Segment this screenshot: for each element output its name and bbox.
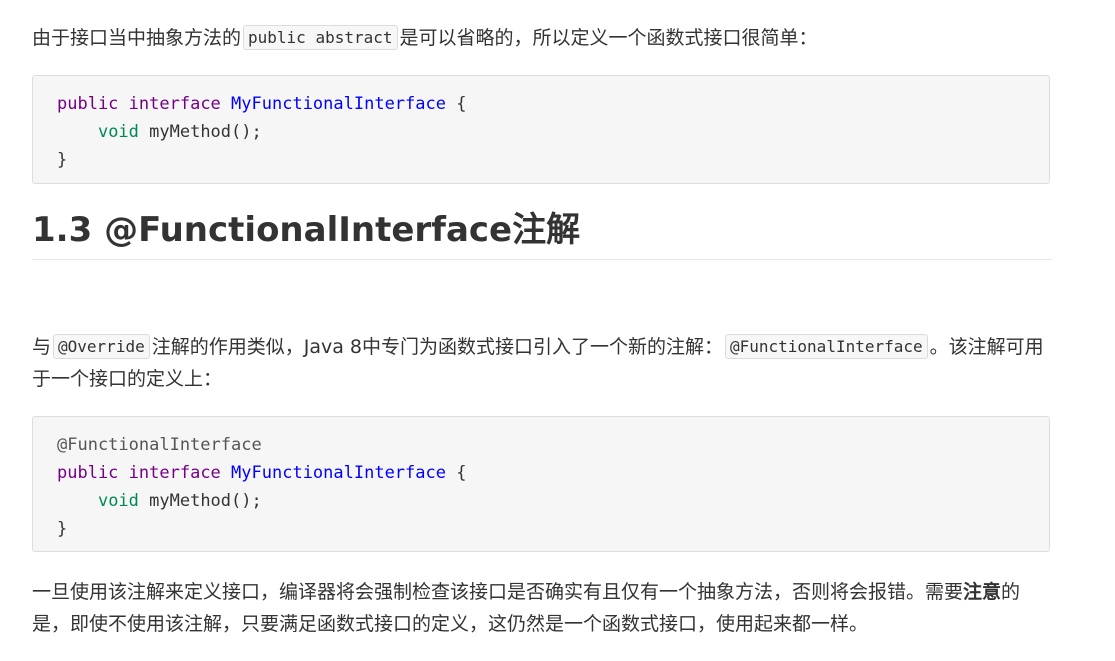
paragraph-text: 与	[32, 336, 52, 358]
code-content: public interface MyFunctionalInterface {…	[57, 90, 1025, 174]
code-type: void	[97, 491, 139, 511]
code-content: @FunctionalInterface public interface My…	[57, 431, 1025, 543]
code-keyword: interface	[128, 463, 221, 483]
paragraph-text: 由于接口当中抽象方法的	[32, 27, 242, 49]
code-interface-name: MyFunctionalInterface	[231, 463, 446, 483]
code-keyword: interface	[128, 94, 221, 114]
code-text: {	[445, 94, 467, 114]
bold-text: 注意	[963, 581, 1002, 603]
code-text: {	[445, 463, 467, 483]
code-text: myMethod();	[138, 491, 262, 511]
paragraph-text: 一旦使用该注解来定义接口，编译器将会强制检查该接口是否确实有且仅有一个抽象方法，…	[32, 581, 964, 603]
code-annotation: @FunctionalInterface	[57, 435, 262, 455]
section-heading: 1.3 @FunctionalInterface注解	[32, 205, 1052, 260]
closing-paragraph: 一旦使用该注解来定义接口，编译器将会强制检查该接口是否确实有且仅有一个抽象方法，…	[32, 576, 1052, 640]
code-type: void	[97, 122, 139, 142]
paragraph-text: 注解的作用类似，Java 8中专门为函数式接口引入了一个新的注解：	[151, 336, 723, 358]
inline-code-override: @Override	[53, 334, 150, 359]
code-block-1: public interface MyFunctionalInterface {…	[32, 75, 1050, 184]
code-text: myMethod();	[138, 122, 262, 142]
inline-code-functional-interface: @FunctionalInterface	[724, 334, 928, 359]
code-interface-name: MyFunctionalInterface	[231, 94, 446, 114]
inline-code-public-abstract: public abstract	[243, 25, 398, 50]
paragraph-text: 是可以省略的，所以定义一个函数式接口很简单：	[399, 27, 818, 49]
article: 由于接口当中抽象方法的 public abstract 是可以省略的，所以定义一个函…	[0, 0, 1115, 661]
code-text: }	[57, 150, 68, 170]
intro-paragraph: 由于接口当中抽象方法的 public abstract 是可以省略的，所以定义一个函…	[32, 22, 1052, 54]
code-text: }	[57, 519, 68, 539]
code-keyword: public	[57, 94, 119, 114]
code-block-2: @FunctionalInterface public interface My…	[32, 416, 1050, 552]
code-keyword: public	[57, 463, 119, 483]
annotation-paragraph: 与 @Override 注解的作用类似，Java 8中专门为函数式接口引入了一个新的…	[32, 331, 1052, 395]
